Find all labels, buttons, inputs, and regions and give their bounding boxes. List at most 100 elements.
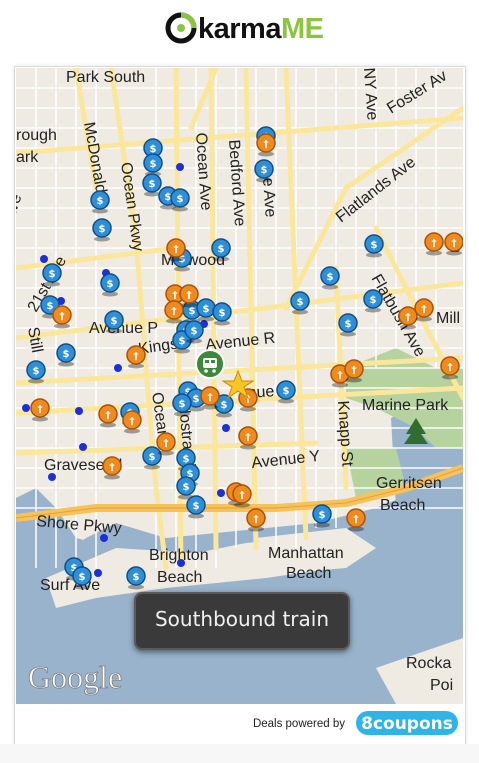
deal-pin-blue-icon-glyph: $	[49, 269, 56, 280]
food-pin-orange-icon[interactable]: †	[344, 359, 364, 383]
deal-pin-blue-icon-glyph: $	[179, 399, 186, 410]
food-pin-orange-icon-glyph: †	[60, 311, 65, 322]
deal-pin-blue-icon-glyph: $	[107, 279, 114, 290]
food-pin-orange-icon[interactable]: †	[256, 133, 276, 157]
deal-pin-blue-icon[interactable]: $	[142, 173, 162, 197]
deal-pin-blue-icon[interactable]: $	[100, 273, 120, 297]
8coupons-logo[interactable]: 8coupons	[355, 710, 459, 736]
deal-pin-blue-icon[interactable]: $	[126, 566, 146, 590]
deal-pin-blue-icon-glyph: $	[97, 196, 104, 207]
food-pin-orange-icon-glyph: †	[246, 432, 251, 443]
deal-pin-blue-icon[interactable]: $	[90, 190, 110, 214]
food-pin-orange-icon[interactable]: †	[346, 508, 366, 532]
food-pin-orange-icon[interactable]: †	[102, 456, 122, 480]
deal-pin-blue-icon[interactable]: $	[170, 188, 190, 212]
deal-pin-blue-icon-glyph: $	[370, 295, 377, 306]
deal-pin-blue-icon[interactable]: $	[72, 566, 92, 590]
deal-pin-blue-icon-glyph: $	[371, 240, 378, 251]
food-pin-orange-icon-glyph: †	[338, 370, 343, 381]
deal-pin-blue-icon-glyph: $	[63, 349, 70, 360]
deal-pin-blue-icon[interactable]: $	[196, 298, 216, 322]
food-pin-orange-icon[interactable]: †	[164, 300, 184, 324]
deal-pin-blue-icon-glyph: $	[191, 326, 198, 337]
food-pin-orange-icon-glyph: †	[352, 365, 357, 376]
food-pin-orange-icon[interactable]: †	[238, 426, 258, 450]
food-pin-orange-icon-glyph: †	[432, 238, 437, 249]
deal-pin-blue-icon-glyph: $	[327, 272, 334, 283]
food-pin-orange-icon[interactable]: †	[98, 404, 118, 428]
food-pin-orange-icon-glyph: †	[174, 244, 179, 255]
karmame-logo: karmaME	[165, 8, 335, 50]
deal-pin-blue-icon[interactable]: $	[364, 234, 384, 258]
food-pin-orange-icon[interactable]: †	[126, 345, 146, 369]
food-pin-orange-icon-glyph: †	[173, 290, 178, 301]
deal-pin-blue-icon[interactable]: $	[363, 289, 383, 313]
deal-pin-blue-icon-glyph: $	[179, 336, 186, 347]
deal-pin-blue-icon-glyph: $	[47, 301, 54, 312]
deal-pin-blue-icon-glyph: $	[203, 304, 210, 315]
label-rockaway: Rocka	[406, 655, 451, 672]
food-pin-orange-icon[interactable]: †	[440, 356, 460, 380]
deal-pin-blue-icon[interactable]: $	[143, 153, 163, 177]
deal-pin-blue-icon[interactable]: $	[212, 302, 232, 326]
food-pin-orange-icon[interactable]: †	[232, 484, 252, 508]
food-pin-orange-icon[interactable]: †	[424, 232, 444, 256]
food-pin-orange-icon[interactable]: †	[398, 306, 418, 330]
deal-pin-blue-icon[interactable]: $	[172, 393, 192, 417]
food-pin-orange-icon[interactable]: †	[179, 284, 199, 308]
deal-pin-blue-icon[interactable]: $	[56, 343, 76, 367]
food-pin-orange-icon[interactable]: †	[52, 305, 72, 329]
deal-pin-blue-icon[interactable]: $	[142, 446, 162, 470]
page-bottom-bar	[0, 744, 479, 763]
deal-pin-blue-icon-glyph: $	[221, 400, 228, 411]
deal-pin-blue-icon[interactable]: $	[338, 313, 358, 337]
deal-pin-blue-icon-glyph: $	[133, 572, 140, 583]
deal-pin-blue-icon[interactable]: $	[312, 504, 332, 528]
food-pin-orange-icon-glyph: †	[254, 514, 259, 525]
deal-pin-blue-icon-glyph: $	[261, 165, 268, 176]
label-manhattan: Manhattan	[268, 545, 344, 562]
deal-pin-blue-icon[interactable]: $	[184, 320, 204, 344]
deal-pin-blue-icon[interactable]: $	[290, 291, 310, 315]
deal-pin-blue-icon[interactable]: $	[254, 159, 274, 183]
deal-pin-blue-icon[interactable]: $	[92, 218, 112, 242]
logo-wordmark: karmaME	[198, 13, 324, 45]
deal-pin-blue-icon-glyph: $	[345, 319, 352, 330]
deal-pin-blue-icon[interactable]: $	[320, 266, 340, 290]
food-pin-orange-icon-glyph: †	[208, 392, 213, 403]
food-pin-orange-icon[interactable]: †	[246, 508, 266, 532]
deal-pin-blue-icon-glyph: $	[319, 510, 326, 521]
toast-message: Southbound train	[134, 592, 350, 650]
deal-pin-blue-icon[interactable]: $	[276, 380, 296, 404]
deal-pin-blue-icon[interactable]: $	[104, 310, 124, 334]
google-watermark: Google	[28, 659, 122, 695]
food-pin-orange-icon-glyph: †	[134, 351, 139, 362]
food-pin-orange-icon[interactable]: †	[156, 432, 176, 456]
label-marine-park: Marine Park	[362, 397, 449, 414]
food-pin-orange-icon[interactable]: †	[122, 410, 142, 434]
deal-pin-blue-icon-glyph: $	[283, 386, 290, 397]
food-pin-orange-icon[interactable]: †	[166, 238, 186, 262]
deal-pin-blue-icon-glyph: $	[79, 572, 86, 583]
label-gerritsen: Gerritsen	[376, 475, 442, 492]
train-marker-icon[interactable]	[195, 349, 225, 379]
label-gerritsen-beach: Beach	[380, 497, 425, 514]
deal-pin-blue-icon-glyph: $	[193, 501, 200, 512]
label-rough: rough	[16, 127, 57, 144]
food-pin-orange-icon[interactable]: †	[444, 232, 463, 256]
deal-pin-blue-icon-glyph: $	[149, 452, 156, 463]
food-pin-orange-icon-glyph: †	[452, 238, 457, 249]
food-pin-orange-icon-glyph: †	[406, 312, 411, 323]
food-pin-orange-icon-glyph: †	[38, 404, 43, 415]
food-pin-orange-icon[interactable]: †	[200, 386, 220, 410]
label-manhattan-beach: Beach	[286, 565, 331, 582]
food-pin-orange-icon[interactable]: †	[30, 398, 50, 422]
food-pin-orange-icon-glyph: †	[240, 490, 245, 501]
deal-pin-blue-icon-glyph: $	[149, 179, 156, 190]
deal-pin-blue-icon[interactable]: $	[26, 360, 46, 384]
deal-pin-blue-icon[interactable]: $	[186, 495, 206, 519]
deal-pin-blue-icon[interactable]: $	[211, 238, 231, 262]
deal-pin-blue-icon-glyph: $	[177, 194, 184, 205]
food-pin-orange-icon[interactable]: †	[414, 298, 434, 322]
deal-pin-blue-icon[interactable]: $	[42, 263, 62, 287]
